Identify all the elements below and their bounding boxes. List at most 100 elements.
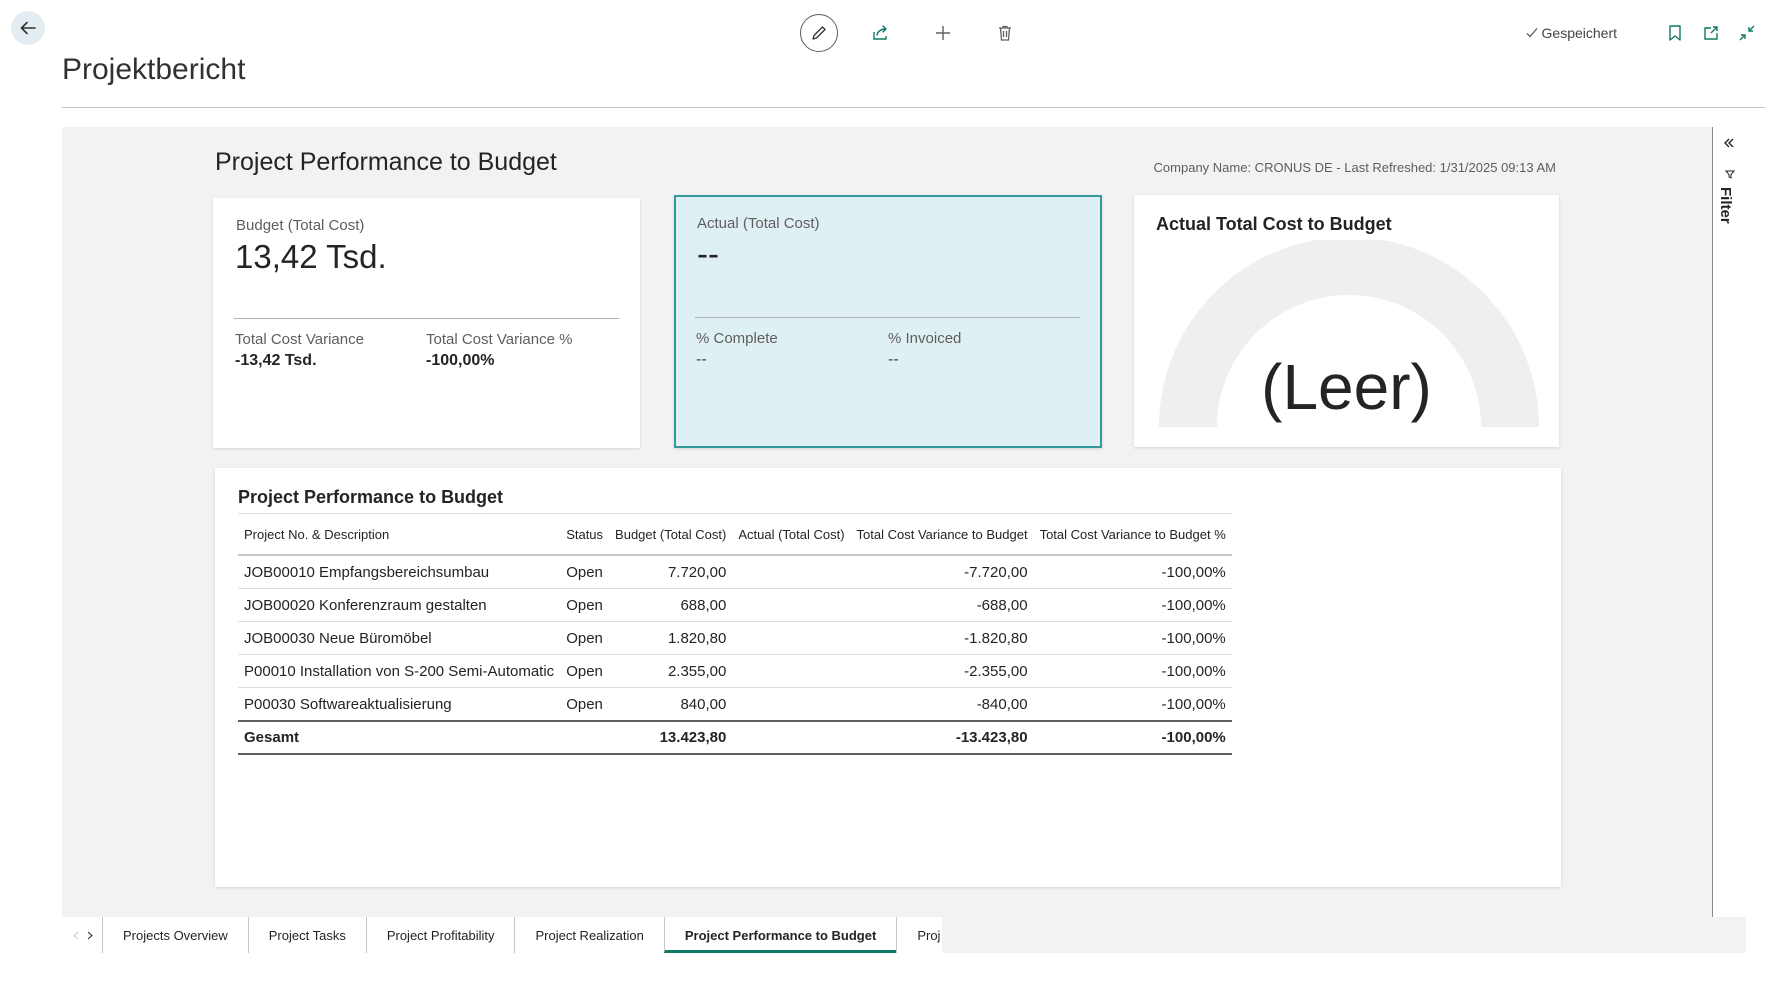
table-row[interactable]: P00010 Installation von S-200 Semi-Autom… — [238, 654, 1232, 688]
caret-left-icon[interactable] — [73, 931, 79, 940]
sub-value: -- — [888, 351, 899, 368]
tab-truncated[interactable]: Proj — [896, 917, 940, 953]
cell-project: P00030 Softwareaktualisierung — [238, 687, 561, 722]
column-header-budget[interactable]: Budget (Total Cost) — [609, 513, 733, 556]
table-total-row: Gesamt 13.423,80 -13.423,80 -100,00% — [238, 720, 1232, 755]
cell-status: Open — [560, 687, 610, 722]
tab-project-realization[interactable]: Project Realization — [514, 917, 663, 953]
share-button[interactable] — [862, 14, 900, 52]
budget-kpi-card[interactable]: Budget (Total Cost) 13,42 Tsd. Total Cos… — [213, 198, 640, 448]
cell-budget: 1.820,80 — [609, 621, 733, 655]
table-row[interactable]: P00030 Softwareaktualisierung Open 840,0… — [238, 687, 1232, 722]
collapse-button[interactable] — [1735, 21, 1759, 45]
performance-table-card[interactable]: Project Performance to Budget Project No… — [215, 468, 1561, 887]
filter-pane-label: Filter — [1717, 187, 1734, 224]
saved-status: Gespeichert — [1525, 25, 1617, 41]
cell-variance-pct: -100,00% — [1033, 555, 1232, 589]
cell-actual — [732, 555, 851, 589]
actual-kpi-card[interactable]: Actual (Total Cost) -- % Complete -- % I… — [674, 195, 1102, 448]
cell-variance: -688,00 — [850, 588, 1034, 622]
kpi-label: Budget (Total Cost) — [236, 217, 365, 234]
cell-variance-pct: -100,00% — [1033, 687, 1232, 722]
back-button[interactable] — [11, 11, 45, 45]
gauge-card[interactable]: Actual Total Cost to Budget (Leer) — [1134, 195, 1559, 447]
cell-variance: -2.355,00 — [850, 654, 1034, 688]
cell-status: Open — [560, 555, 610, 589]
sub-label: % Complete — [696, 330, 778, 347]
kpi-value: 13,42 Tsd. — [235, 238, 387, 275]
table-row[interactable]: JOB00010 Empfangsbereichsumbau Open 7.72… — [238, 555, 1232, 589]
chevron-double-left-icon[interactable] — [1723, 137, 1735, 149]
tabbar-empty-area — [942, 917, 1746, 953]
bookmark-icon — [1669, 25, 1681, 41]
arrow-left-icon — [20, 21, 36, 35]
page-title: Projektbericht — [62, 53, 246, 86]
kpi-label: Actual (Total Cost) — [697, 215, 820, 232]
cell-variance-pct: -100,00% — [1033, 588, 1232, 622]
tab-scroll-nav — [64, 917, 102, 953]
cell-variance-pct: -100,00% — [1033, 654, 1232, 688]
caret-right-icon[interactable] — [87, 931, 93, 940]
open-new-window-icon — [1704, 26, 1718, 40]
sub-value: -13,42 Tsd. — [235, 352, 317, 369]
tab-projects-overview[interactable]: Projects Overview — [102, 917, 248, 953]
gauge-title: Actual Total Cost to Budget — [1156, 214, 1392, 234]
tab-project-tasks[interactable]: Project Tasks — [247, 917, 366, 953]
tab-project-performance-to-budget[interactable]: Project Performance to Budget — [663, 917, 897, 953]
sub-label: % Invoiced — [888, 330, 962, 347]
sub-label: Total Cost Variance — [235, 331, 364, 348]
column-header-variance-pct[interactable]: Total Cost Variance to Budget % — [1033, 513, 1232, 556]
cell-status: Open — [560, 654, 610, 688]
sub-label: Total Cost Variance % — [426, 331, 573, 348]
cell-variance-pct: -100,00% — [1033, 621, 1232, 655]
page-status-tools: Gespeichert — [1525, 18, 1759, 48]
gauge-empty-value: (Leer) — [1261, 351, 1432, 423]
kpi-divider — [234, 318, 619, 319]
new-button[interactable] — [924, 14, 962, 52]
cell-actual — [732, 720, 851, 755]
cell-actual — [732, 687, 851, 722]
sub-value: -100,00% — [426, 352, 495, 369]
cell-budget: 2.355,00 — [609, 654, 733, 688]
report-title: Project Performance to Budget — [215, 148, 557, 176]
cell-status — [560, 720, 610, 755]
cell-variance: -840,00 — [850, 687, 1034, 722]
cell-project: JOB00030 Neue Büromöbel — [238, 621, 561, 655]
plus-icon — [936, 26, 950, 40]
table-title: Project Performance to Budget — [238, 487, 504, 507]
kpi-divider — [695, 317, 1080, 318]
table-row[interactable]: JOB00030 Neue Büromöbel Open 1.820,80 -1… — [238, 621, 1232, 655]
cell-variance-pct: -100,00% — [1033, 720, 1232, 755]
report-page-tabs: Projects Overview Project Tasks Project … — [62, 917, 1746, 953]
cell-variance: -7.720,00 — [850, 555, 1034, 589]
delete-button[interactable] — [986, 14, 1024, 52]
column-header-variance[interactable]: Total Cost Variance to Budget — [850, 513, 1034, 556]
cell-budget: 13.423,80 — [609, 720, 733, 755]
share-icon — [873, 25, 887, 40]
edit-button[interactable] — [800, 14, 838, 52]
saved-status-label: Gespeichert — [1541, 25, 1617, 41]
company-refresh-info: Company Name: CRONUS DE - Last Refreshed… — [1153, 160, 1556, 175]
cell-project: P00010 Installation von S-200 Semi-Autom… — [238, 654, 561, 688]
tab-project-profitability[interactable]: Project Profitability — [365, 917, 515, 953]
cell-variance: -13.423,80 — [850, 720, 1034, 755]
column-header-status[interactable]: Status — [560, 513, 610, 556]
cell-project: Gesamt — [238, 720, 561, 755]
cell-actual — [732, 588, 851, 622]
checkmark-icon — [1526, 28, 1538, 38]
cell-project: JOB00010 Empfangsbereichsumbau — [238, 555, 561, 589]
pencil-icon — [812, 26, 826, 40]
cell-status: Open — [560, 588, 610, 622]
performance-table: Project No. & Description Status Budget … — [238, 513, 1232, 755]
trash-icon — [999, 25, 1011, 41]
cell-actual — [732, 621, 851, 655]
table-row[interactable]: JOB00020 Konferenzraum gestalten Open 68… — [238, 588, 1232, 622]
cell-budget: 840,00 — [609, 687, 733, 722]
cell-project: JOB00020 Konferenzraum gestalten — [238, 588, 561, 622]
bookmark-button[interactable] — [1663, 21, 1687, 45]
column-header-actual[interactable]: Actual (Total Cost) — [732, 513, 851, 556]
column-header-project[interactable]: Project No. & Description — [238, 513, 561, 556]
cell-budget: 7.720,00 — [609, 555, 733, 589]
open-new-window-button[interactable] — [1699, 21, 1723, 45]
filter-pane[interactable]: Filter — [1712, 127, 1748, 917]
